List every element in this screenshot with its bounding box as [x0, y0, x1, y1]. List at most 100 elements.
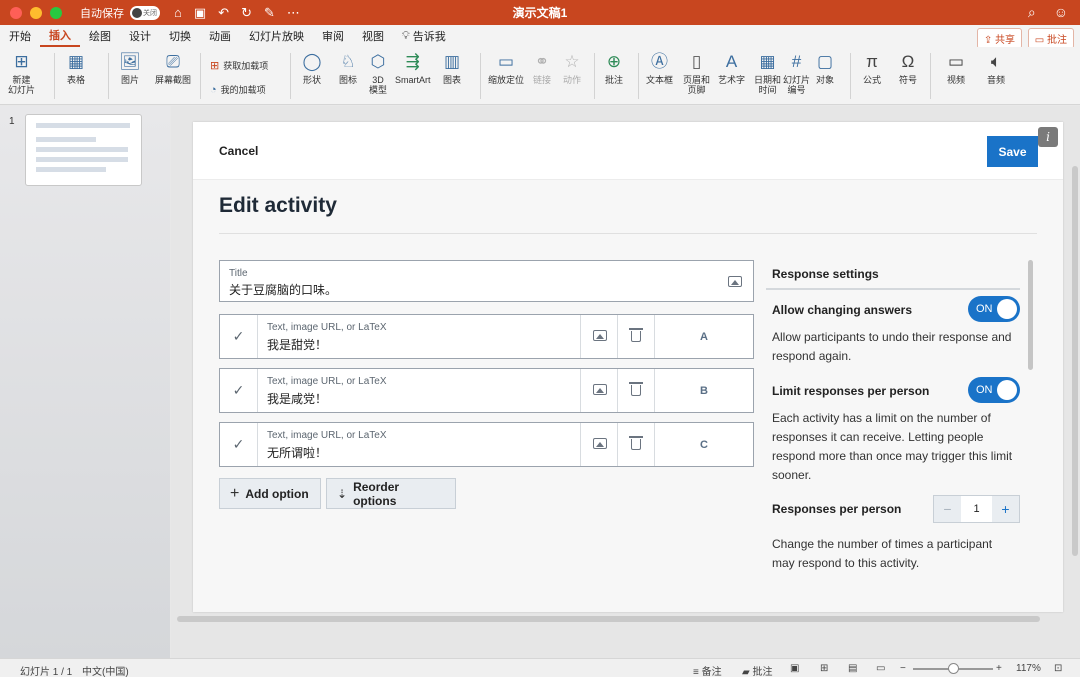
save-button[interactable]: Save	[987, 136, 1038, 167]
reading-view-icon[interactable]: ▤	[848, 663, 857, 674]
settings-scrollbar[interactable]	[1028, 260, 1033, 370]
close-window-button[interactable]	[10, 6, 22, 19]
link-button[interactable]: ⚭ 链接	[530, 51, 554, 85]
horizontal-scrollbar[interactable]	[177, 616, 1040, 622]
header-footer-button[interactable]: ▯ 页眉和 页脚	[683, 51, 710, 95]
datetime-button[interactable]: ▦ 日期和 时间	[754, 51, 781, 95]
fit-to-window-icon[interactable]: ⊡	[1054, 663, 1062, 674]
zoom-in-icon[interactable]: +	[996, 663, 1002, 674]
video-button[interactable]: ▭ 视频	[944, 51, 968, 85]
slide-number-button[interactable]: # 幻灯片 编号	[783, 51, 810, 95]
option-delete-button[interactable]	[617, 369, 655, 412]
format-painter-icon[interactable]: ✎	[264, 5, 275, 21]
wordart-button[interactable]: A 艺术字	[718, 51, 745, 85]
divider	[219, 233, 1037, 234]
slide-thumbnail[interactable]	[25, 114, 142, 186]
more-icon[interactable]: ⋯	[287, 5, 300, 21]
notes-button[interactable]: ≡ 备注	[693, 663, 722, 677]
checkmark-icon[interactable]: ✓	[220, 423, 258, 466]
undo-icon[interactable]: ↶	[218, 5, 229, 21]
screenshot-button[interactable]: ⎚ 屏幕截图	[155, 51, 191, 85]
option-image-button[interactable]	[580, 315, 618, 358]
decrement-button[interactable]: −	[934, 496, 961, 522]
image-icon[interactable]	[728, 276, 742, 287]
pi-icon: π	[866, 52, 878, 71]
object-button[interactable]: ▢ 对象	[813, 51, 837, 85]
option-input[interactable]: 我是甜党！	[267, 336, 327, 353]
picture-button[interactable]: 🖼︎ 图片	[118, 51, 142, 85]
tab-transitions[interactable]: 切换	[160, 25, 200, 47]
my-addins-button[interactable]: ◔ 我的加载项	[210, 83, 266, 96]
notes-icon: ≡	[693, 667, 699, 677]
autosave-toggle[interactable]: 关闭	[130, 5, 160, 20]
video-icon: ▭	[947, 52, 965, 71]
add-option-button[interactable]: + Add option	[219, 478, 321, 509]
option-input[interactable]: 无所谓啦！	[267, 444, 327, 461]
option-image-button[interactable]	[580, 423, 618, 466]
tab-review[interactable]: 审阅	[313, 25, 353, 47]
minimize-window-button[interactable]	[30, 6, 42, 19]
title-label: Title	[229, 268, 248, 279]
tab-slideshow[interactable]: 幻灯片放映	[240, 25, 313, 47]
symbol-button[interactable]: Ω 符号	[896, 51, 920, 85]
zoom-slider-handle[interactable]	[948, 663, 959, 674]
smartart-button[interactable]: ⇶ SmartArt	[395, 51, 431, 85]
cancel-button[interactable]: Cancel	[219, 144, 258, 158]
limit-responses-label: Limit responses per person	[772, 384, 930, 398]
save-icon[interactable]: ▣	[194, 5, 206, 21]
zoom-button[interactable]: ▭ 缩放定位	[488, 51, 524, 85]
option-image-button[interactable]	[580, 369, 618, 412]
reorder-options-button[interactable]: ⇣ Reorder options	[326, 478, 456, 509]
search-icon[interactable]: ⌕	[1028, 4, 1036, 21]
home-icon[interactable]: ⌂	[174, 5, 182, 21]
limit-responses-toggle[interactable]: ON	[968, 377, 1020, 403]
tab-animations[interactable]: 动画	[200, 25, 240, 47]
icons-button[interactable]: ♘ 图标	[336, 51, 360, 85]
tab-draw[interactable]: 绘图	[80, 25, 120, 47]
vertical-scrollbar[interactable]	[1072, 166, 1078, 556]
share-button[interactable]: ⇪ 共享	[976, 28, 1022, 49]
table-button[interactable]: ▦ 表格	[64, 51, 88, 85]
image-icon	[593, 438, 607, 449]
textbox-button[interactable]: Ⓐ 文本框	[646, 51, 673, 85]
lightbulb-icon: 💡︎	[402, 29, 410, 42]
3d-models-button[interactable]: ⬡ 3D 模型	[366, 51, 390, 95]
zoom-level[interactable]: 117%	[1016, 663, 1041, 674]
tab-tell-me[interactable]: 💡︎ 告诉我	[393, 25, 455, 47]
redo-icon[interactable]: ↻	[241, 5, 252, 21]
tab-design[interactable]: 设计	[120, 25, 160, 47]
normal-view-icon[interactable]: ▣	[790, 663, 799, 674]
plus-icon: +	[230, 484, 240, 502]
checkmark-icon[interactable]: ✓	[220, 369, 258, 412]
equation-button[interactable]: π 公式	[860, 51, 884, 85]
comments-button[interactable]: ▭ 批注	[1027, 28, 1074, 49]
slideshow-icon[interactable]: ▭	[876, 663, 885, 674]
tab-view[interactable]: 视图	[353, 25, 393, 47]
shapes-icon: ◯	[302, 52, 322, 71]
responses-value[interactable]: 1	[961, 496, 992, 522]
tab-home[interactable]: 开始	[0, 25, 40, 47]
comments-status-button[interactable]: ▰ 批注	[742, 663, 772, 677]
comment-bubble-icon: ▰	[742, 667, 750, 677]
increment-button[interactable]: +	[992, 496, 1019, 522]
chart-button[interactable]: ▥ 图表	[440, 51, 464, 85]
comment-insert-button[interactable]: ⊕ 批注	[602, 51, 626, 85]
slide-sorter-icon[interactable]: ⊞	[820, 663, 828, 674]
shapes-button[interactable]: ◯ 形状	[300, 51, 324, 85]
zoom-out-icon[interactable]: −	[900, 663, 906, 674]
new-slide-button[interactable]: ⊞ 新建 幻灯片	[8, 51, 35, 95]
get-addins-button[interactable]: ⊞ 获取加载项	[210, 59, 268, 72]
option-delete-button[interactable]	[617, 315, 655, 358]
account-icon[interactable]: ☺	[1054, 4, 1068, 21]
language[interactable]: 中文(中国)	[82, 663, 129, 677]
option-delete-button[interactable]	[617, 423, 655, 466]
audio-button[interactable]: 🔈︎ 音频	[984, 51, 1008, 85]
title-input[interactable]: Title 关于豆腐脑的口味。	[219, 260, 754, 302]
tab-insert[interactable]: 插入	[40, 25, 80, 47]
action-button[interactable]: ☆ 动作	[560, 51, 584, 85]
zoom-window-button[interactable]	[50, 6, 62, 19]
option-input[interactable]: 我是咸党！	[267, 390, 327, 407]
info-icon[interactable]: i	[1038, 127, 1058, 147]
allow-changing-toggle[interactable]: ON	[968, 296, 1020, 322]
checkmark-icon[interactable]: ✓	[220, 315, 258, 358]
